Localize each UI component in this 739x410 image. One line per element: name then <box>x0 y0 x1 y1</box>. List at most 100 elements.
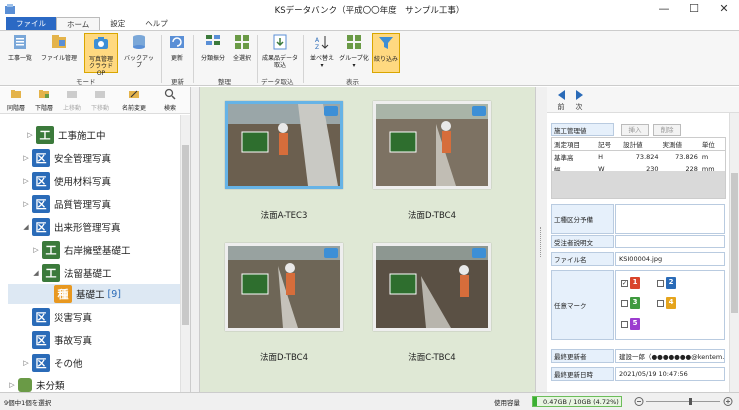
tree-node-materials[interactable]: ▷ 区 使用材料写真 <box>20 171 111 191</box>
tree-toolbar: 同階層 下階層 上移動 下移動 名前変更 検索 <box>0 87 190 114</box>
expand-arrow-icon[interactable]: ▷ <box>20 154 32 162</box>
tree-node-foundation-work[interactable]: 種 基礎工 [9] <box>8 284 180 304</box>
zoom-slider[interactable] <box>634 396 734 407</box>
col-header: 設計値 <box>621 138 661 151</box>
expand-arrow-icon[interactable]: ▷ <box>20 177 32 185</box>
filter-icon <box>379 37 393 49</box>
right-splitter[interactable] <box>535 87 547 392</box>
backup-button[interactable]: バックアップ <box>122 33 156 69</box>
move-up-button[interactable]: 上移動 <box>60 88 84 112</box>
mark-4[interactable]: 4 <box>657 297 676 309</box>
tree-node-safety[interactable]: ▷ 区 安全管理写真 <box>20 148 111 168</box>
photo-item[interactable]: 法面D-TBC4 <box>224 243 344 363</box>
prev-button[interactable]: 前 <box>553 89 569 112</box>
filename-field[interactable]: KSI00004.jpg <box>615 252 725 266</box>
project-list-button[interactable]: 工事一覧 <box>6 33 34 62</box>
classify-icon <box>206 35 220 45</box>
maximize-button[interactable]: ☐ <box>679 0 709 18</box>
search-label: 検索 <box>163 105 176 112</box>
photo-item[interactable]: 法面A-TEC3 <box>224 101 344 221</box>
mark-3-checkbox[interactable] <box>621 299 628 307</box>
project-list-label: 工事一覧 <box>7 55 32 62</box>
rename-label: 名前変更 <box>121 105 146 112</box>
import-deliverable-button[interactable]: 成果品データ 取込 <box>260 33 300 69</box>
contractor-desc-field[interactable] <box>615 235 725 248</box>
search-button[interactable]: 検索 <box>160 88 180 112</box>
expand-arrow-icon[interactable]: ▷ <box>20 200 32 208</box>
tab-home[interactable]: ホーム <box>56 17 101 31</box>
splitter-grip <box>540 227 543 257</box>
classify-button[interactable]: 分類振分 <box>198 33 228 62</box>
tab-settings[interactable]: 設定 <box>100 17 135 31</box>
photo-thumbnail[interactable] <box>373 243 491 331</box>
photo-thumbnail[interactable] <box>225 243 343 331</box>
delete-button[interactable]: 削除 <box>653 124 681 136</box>
mark-4-checkbox[interactable] <box>657 299 664 307</box>
work-type-field[interactable] <box>615 204 725 234</box>
backup-label: バックアップ <box>123 55 154 69</box>
rename-button[interactable]: 名前変更 <box>118 88 150 112</box>
photo-cloud-button[interactable]: 写真管理 クラウドOP <box>84 33 118 77</box>
file-manage-button[interactable]: ファイル管理 <box>40 33 78 62</box>
tree-node-slope-foundation[interactable]: ◢ 工 法留基礎工 <box>30 263 112 283</box>
sort-button[interactable]: AZ 並べ替え ▾ <box>307 33 337 69</box>
expand-arrow-icon[interactable]: ▷ <box>6 381 18 389</box>
mark-1[interactable]: ✓ 1 <box>621 277 640 289</box>
tree-node-unclassified[interactable]: ▷ 未分類 <box>6 375 65 392</box>
mark-1-checkbox[interactable]: ✓ <box>621 279 628 287</box>
left-splitter[interactable] <box>190 87 200 392</box>
next-label: 次 <box>575 103 583 111</box>
details-scrollbar[interactable] <box>729 113 739 392</box>
table-row[interactable]: 基準高 H 73.824 73.826 m <box>552 151 725 164</box>
refresh-icon <box>170 36 184 48</box>
move-up-icon <box>67 91 77 98</box>
mark-3[interactable]: 3 <box>621 297 640 309</box>
mark-2[interactable]: 2 <box>657 277 676 289</box>
minimize-button[interactable]: — <box>649 0 679 18</box>
next-button[interactable]: 次 <box>571 89 587 112</box>
refresh-button[interactable]: 更新 <box>166 33 188 62</box>
photo-thumbnail[interactable] <box>373 101 491 189</box>
photo-item[interactable]: 法面C-TBC4 <box>372 243 492 363</box>
tree-scrollbar[interactable] <box>180 115 190 392</box>
tree-scroll-thumb[interactable] <box>182 145 189 325</box>
filter-button[interactable]: 絞り込み <box>372 33 400 73</box>
insert-button[interactable]: 挿入 <box>621 124 649 136</box>
child-level-button[interactable]: 下階層 <box>32 88 56 112</box>
select-all-button[interactable]: 全選択 <box>230 33 254 62</box>
expand-arrow-icon[interactable]: ▷ <box>30 246 42 254</box>
tab-help[interactable]: ヘルプ <box>135 17 178 31</box>
tree-node-other[interactable]: ▷ 区 その他 <box>20 353 83 373</box>
photo-label: 法面C-TBC4 <box>408 353 456 363</box>
tree-node-disaster[interactable]: 区 災害写真 <box>20 307 92 327</box>
table-cell: 73.826 <box>675 153 698 161</box>
tree-node-accident[interactable]: 区 事故写真 <box>20 330 92 350</box>
photo-thumbnail[interactable] <box>225 101 343 189</box>
tree-node-construction[interactable]: ▷ 工 工事施工中 <box>24 125 106 145</box>
tree-node-quality[interactable]: ▷ 区 品質管理写真 <box>20 194 111 214</box>
expand-arrow-icon[interactable]: ▷ <box>20 359 32 367</box>
photo-label: 法面D-TBC4 <box>407 211 457 221</box>
move-down-button[interactable]: 下移動 <box>88 88 112 112</box>
mark-5-checkbox[interactable] <box>621 320 628 328</box>
zoom-thumb[interactable] <box>689 398 692 405</box>
collapse-arrow-icon[interactable]: ◢ <box>30 269 42 277</box>
category-badge-icon: 区 <box>32 172 50 190</box>
expand-arrow-icon[interactable]: ▷ <box>24 131 36 139</box>
tab-file[interactable]: ファイル <box>6 17 56 31</box>
photo-item[interactable]: 法面D-TBC4 <box>372 101 492 221</box>
updated-by-label: 最終更新者 <box>551 349 614 363</box>
group-by-button[interactable]: グループ化 ▾ <box>339 33 369 69</box>
tree-node-as-built[interactable]: ◢ 区 出来形管理写真 <box>20 217 121 237</box>
collapse-arrow-icon[interactable]: ◢ <box>20 223 32 231</box>
group-by-label: グループ化 <box>339 55 369 62</box>
mark-5[interactable]: 5 <box>621 318 640 330</box>
move-down-icon <box>95 91 105 98</box>
tree-node-right-bank[interactable]: ▷ 工 右岸擁壁基礎工 <box>30 240 131 260</box>
close-button[interactable]: ✕ <box>709 0 739 18</box>
tree-node-label: 安全管理写真 <box>54 154 112 165</box>
mark-2-checkbox[interactable] <box>657 279 664 287</box>
mark-4-flag-icon: 4 <box>666 297 676 309</box>
same-level-button[interactable]: 同階層 <box>4 88 28 112</box>
details-scroll-thumb[interactable] <box>731 173 738 313</box>
